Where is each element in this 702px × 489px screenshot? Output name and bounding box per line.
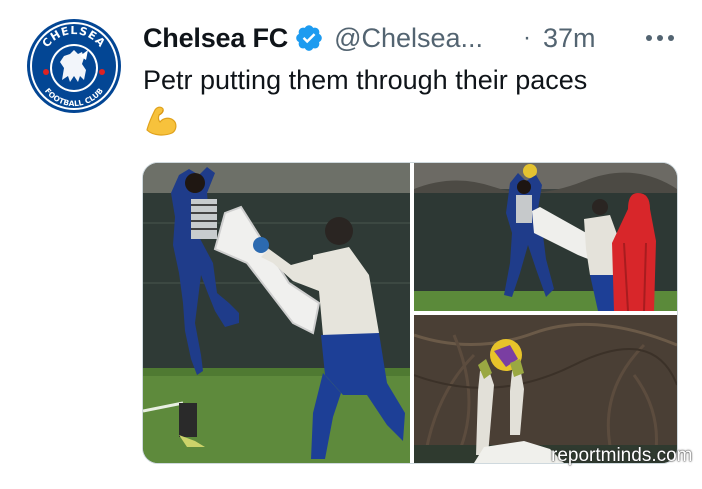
chelsea-crest-logo: CHELSEA FOOTBALL CLUB (25, 17, 123, 115)
watermark: reportminds.com (551, 445, 693, 466)
flexed-biceps-icon (143, 100, 181, 138)
timestamp[interactable]: 37m (543, 18, 596, 58)
media-grid (142, 162, 678, 464)
avatar[interactable]: CHELSEA FOOTBALL CLUB (24, 16, 124, 116)
tweet[interactable]: CHELSEA FOOTBALL CLUB Chelsea FC @Chelse… (0, 0, 702, 489)
tweet-header: Chelsea FC @Chelsea... (143, 18, 483, 58)
photo-2[interactable] (414, 163, 677, 311)
display-name[interactable]: Chelsea FC (143, 23, 288, 54)
separator-dot: · (523, 24, 531, 51)
photo-1[interactable] (143, 163, 410, 463)
more-horizontal-icon[interactable] (640, 22, 680, 54)
verified-badge-icon (294, 23, 324, 53)
handle[interactable]: @Chelsea... (334, 23, 483, 54)
photo-3[interactable] (414, 315, 677, 463)
tweet-text: Petr putting them through their paces (143, 65, 588, 95)
